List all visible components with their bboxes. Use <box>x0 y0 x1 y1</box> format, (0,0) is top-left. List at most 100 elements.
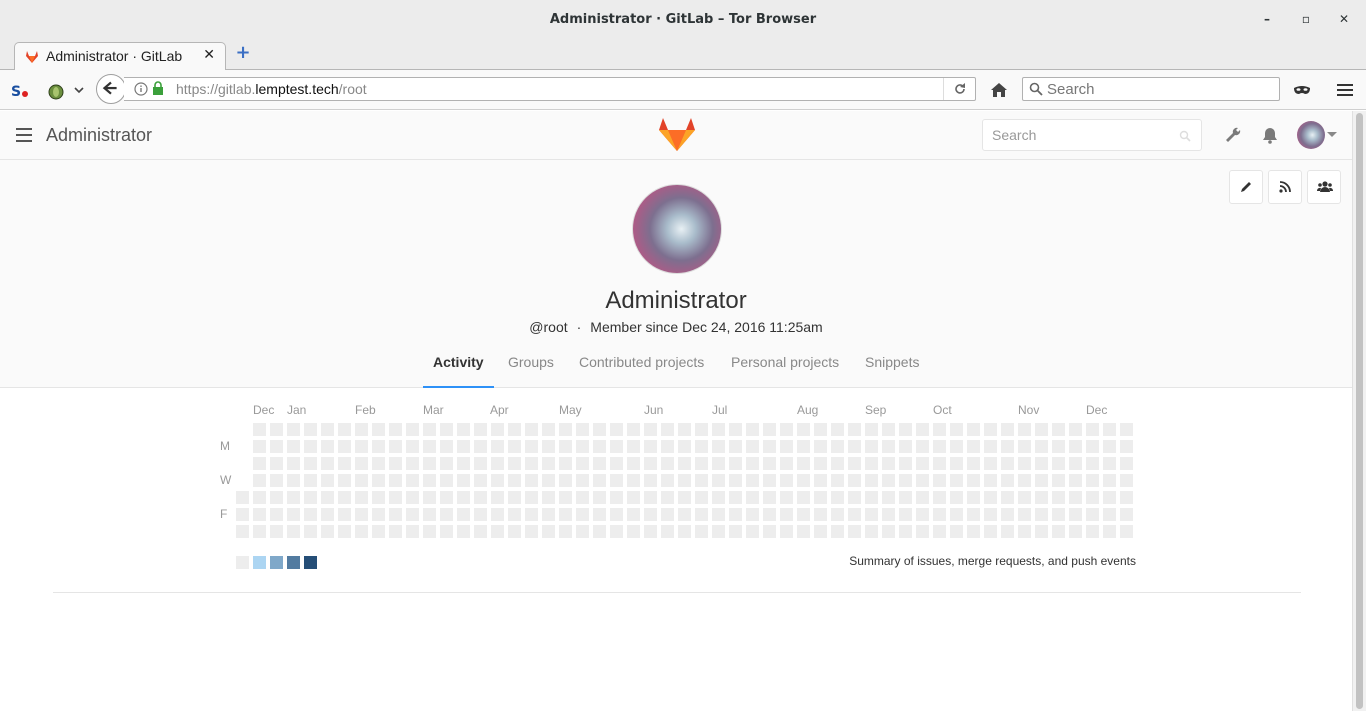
calendar-day-cell[interactable] <box>780 525 793 538</box>
calendar-day-cell[interactable] <box>525 457 538 470</box>
calendar-day-cell[interactable] <box>1069 508 1082 521</box>
calendar-day-cell[interactable] <box>440 525 453 538</box>
calendar-day-cell[interactable] <box>627 440 640 453</box>
calendar-day-cell[interactable] <box>916 457 929 470</box>
caret-down-icon[interactable] <box>1327 132 1337 138</box>
calendar-day-cell[interactable] <box>1035 508 1048 521</box>
calendar-day-cell[interactable] <box>746 440 759 453</box>
calendar-day-cell[interactable] <box>474 440 487 453</box>
calendar-day-cell[interactable] <box>1001 491 1014 504</box>
calendar-day-cell[interactable] <box>831 525 844 538</box>
profile-avatar[interactable] <box>632 184 722 274</box>
calendar-day-cell[interactable] <box>491 440 504 453</box>
calendar-day-cell[interactable] <box>695 423 708 436</box>
calendar-day-cell[interactable] <box>814 508 827 521</box>
calendar-day-cell[interactable] <box>491 457 504 470</box>
calendar-day-cell[interactable] <box>406 491 419 504</box>
calendar-day-cell[interactable] <box>457 525 470 538</box>
tor-onion-icon[interactable] <box>46 80 66 100</box>
noscript-icon[interactable]: S <box>10 80 30 100</box>
calendar-day-cell[interactable] <box>950 423 963 436</box>
calendar-day-cell[interactable] <box>1069 525 1082 538</box>
calendar-day-cell[interactable] <box>712 491 725 504</box>
calendar-day-cell[interactable] <box>389 423 402 436</box>
calendar-day-cell[interactable] <box>525 474 538 487</box>
calendar-day-cell[interactable] <box>457 491 470 504</box>
calendar-day-cell[interactable] <box>440 440 453 453</box>
calendar-day-cell[interactable] <box>1035 525 1048 538</box>
calendar-day-cell[interactable] <box>338 491 351 504</box>
calendar-day-cell[interactable] <box>423 508 436 521</box>
calendar-day-cell[interactable] <box>882 423 895 436</box>
calendar-day-cell[interactable] <box>1103 525 1116 538</box>
home-icon[interactable] <box>989 80 1009 100</box>
gitlab-logo-icon[interactable] <box>658 116 696 152</box>
calendar-day-cell[interactable] <box>831 440 844 453</box>
calendar-day-cell[interactable] <box>1001 474 1014 487</box>
calendar-day-cell[interactable] <box>814 423 827 436</box>
calendar-day-cell[interactable] <box>253 474 266 487</box>
calendar-day-cell[interactable] <box>1018 525 1031 538</box>
calendar-day-cell[interactable] <box>610 440 623 453</box>
reload-button[interactable] <box>943 78 975 100</box>
calendar-day-cell[interactable] <box>559 508 572 521</box>
url-bar[interactable]: https://gitlab.lemptest.tech/root <box>124 77 976 101</box>
calendar-day-cell[interactable] <box>1052 423 1065 436</box>
calendar-day-cell[interactable] <box>984 474 997 487</box>
calendar-day-cell[interactable] <box>423 440 436 453</box>
calendar-day-cell[interactable] <box>1035 423 1048 436</box>
calendar-day-cell[interactable] <box>984 423 997 436</box>
calendar-day-cell[interactable] <box>1052 508 1065 521</box>
tab-groups[interactable]: Groups <box>508 354 554 388</box>
calendar-day-cell[interactable] <box>610 491 623 504</box>
calendar-day-cell[interactable] <box>508 474 521 487</box>
calendar-day-cell[interactable] <box>627 474 640 487</box>
calendar-day-cell[interactable] <box>559 440 572 453</box>
calendar-day-cell[interactable] <box>1018 491 1031 504</box>
calendar-day-cell[interactable] <box>729 508 742 521</box>
calendar-day-cell[interactable] <box>457 457 470 470</box>
calendar-day-cell[interactable] <box>593 525 606 538</box>
calendar-day-cell[interactable] <box>899 491 912 504</box>
calendar-day-cell[interactable] <box>933 440 946 453</box>
calendar-day-cell[interactable] <box>559 525 572 538</box>
admin-wrench-icon[interactable] <box>1224 126 1242 144</box>
calendar-day-cell[interactable] <box>491 423 504 436</box>
calendar-day-cell[interactable] <box>1035 491 1048 504</box>
calendar-day-cell[interactable] <box>780 474 793 487</box>
calendar-day-cell[interactable] <box>253 525 266 538</box>
calendar-day-cell[interactable] <box>831 423 844 436</box>
calendar-day-cell[interactable] <box>525 491 538 504</box>
calendar-day-cell[interactable] <box>984 525 997 538</box>
calendar-day-cell[interactable] <box>542 457 555 470</box>
calendar-day-cell[interactable] <box>508 508 521 521</box>
calendar-day-cell[interactable] <box>899 440 912 453</box>
calendar-day-cell[interactable] <box>1018 440 1031 453</box>
calendar-day-cell[interactable] <box>1120 423 1133 436</box>
browser-menu-icon[interactable] <box>1335 80 1355 100</box>
calendar-day-cell[interactable] <box>950 457 963 470</box>
calendar-day-cell[interactable] <box>321 508 334 521</box>
calendar-day-cell[interactable] <box>389 525 402 538</box>
calendar-day-cell[interactable] <box>406 423 419 436</box>
calendar-day-cell[interactable] <box>848 457 861 470</box>
calendar-day-cell[interactable] <box>355 457 368 470</box>
calendar-day-cell[interactable] <box>848 423 861 436</box>
calendar-day-cell[interactable] <box>372 474 385 487</box>
calendar-day-cell[interactable] <box>984 491 997 504</box>
calendar-day-cell[interactable] <box>304 423 317 436</box>
calendar-day-cell[interactable] <box>1103 423 1116 436</box>
calendar-day-cell[interactable] <box>423 457 436 470</box>
calendar-day-cell[interactable] <box>525 423 538 436</box>
browser-search-box[interactable]: Search <box>1022 77 1280 101</box>
calendar-day-cell[interactable] <box>661 440 674 453</box>
calendar-day-cell[interactable] <box>406 457 419 470</box>
calendar-day-cell[interactable] <box>967 440 980 453</box>
calendar-day-cell[interactable] <box>525 508 538 521</box>
calendar-day-cell[interactable] <box>542 508 555 521</box>
calendar-day-cell[interactable] <box>627 491 640 504</box>
calendar-day-cell[interactable] <box>1018 457 1031 470</box>
calendar-day-cell[interactable] <box>814 474 827 487</box>
tab-personal-projects[interactable]: Personal projects <box>731 354 839 388</box>
calendar-day-cell[interactable] <box>627 525 640 538</box>
